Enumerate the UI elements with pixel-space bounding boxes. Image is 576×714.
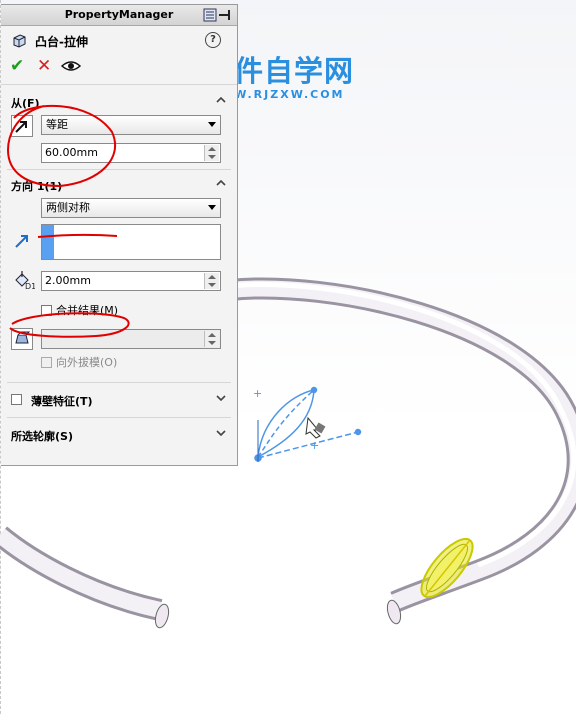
- annotation-circle-from: [6, 104, 117, 188]
- annotation-circle-merge: [9, 312, 130, 338]
- red-annotations: [6, 104, 130, 338]
- annotation-underline: [37, 233, 118, 238]
